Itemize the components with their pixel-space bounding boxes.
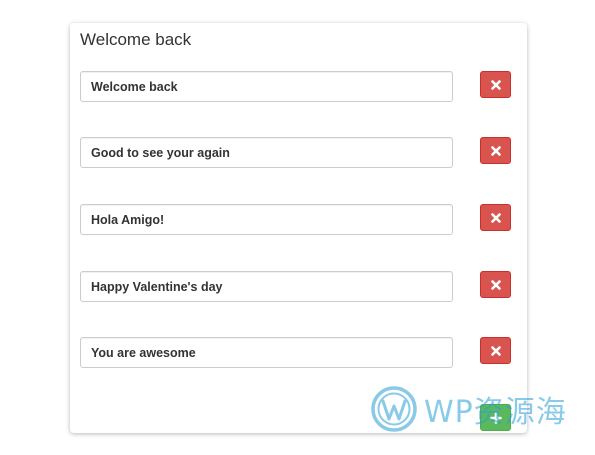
times-icon [490, 279, 501, 290]
remove-message-button[interactable] [480, 271, 511, 298]
message-input[interactable] [80, 337, 453, 368]
message-row [80, 271, 512, 302]
message-row [80, 337, 512, 368]
message-row [80, 71, 512, 102]
times-icon [490, 345, 501, 356]
times-icon [490, 145, 501, 156]
message-input[interactable] [80, 204, 453, 235]
remove-message-button[interactable] [480, 337, 511, 364]
remove-message-button[interactable] [480, 204, 511, 231]
message-input[interactable] [80, 71, 453, 102]
remove-message-button[interactable] [480, 137, 511, 164]
panel-title: Welcome back [80, 30, 192, 49]
page: Welcome back Welcome back Good to see yo… [0, 0, 595, 455]
plus-icon [489, 411, 502, 424]
message-row [80, 137, 512, 168]
times-icon [490, 212, 501, 223]
remove-message-button[interactable] [480, 71, 511, 98]
message-input[interactable] [80, 271, 453, 302]
message-input[interactable] [80, 137, 453, 168]
message-row [80, 204, 512, 235]
add-message-button[interactable] [480, 404, 511, 431]
times-icon [490, 79, 501, 90]
messages-panel: Welcome back [70, 23, 527, 433]
